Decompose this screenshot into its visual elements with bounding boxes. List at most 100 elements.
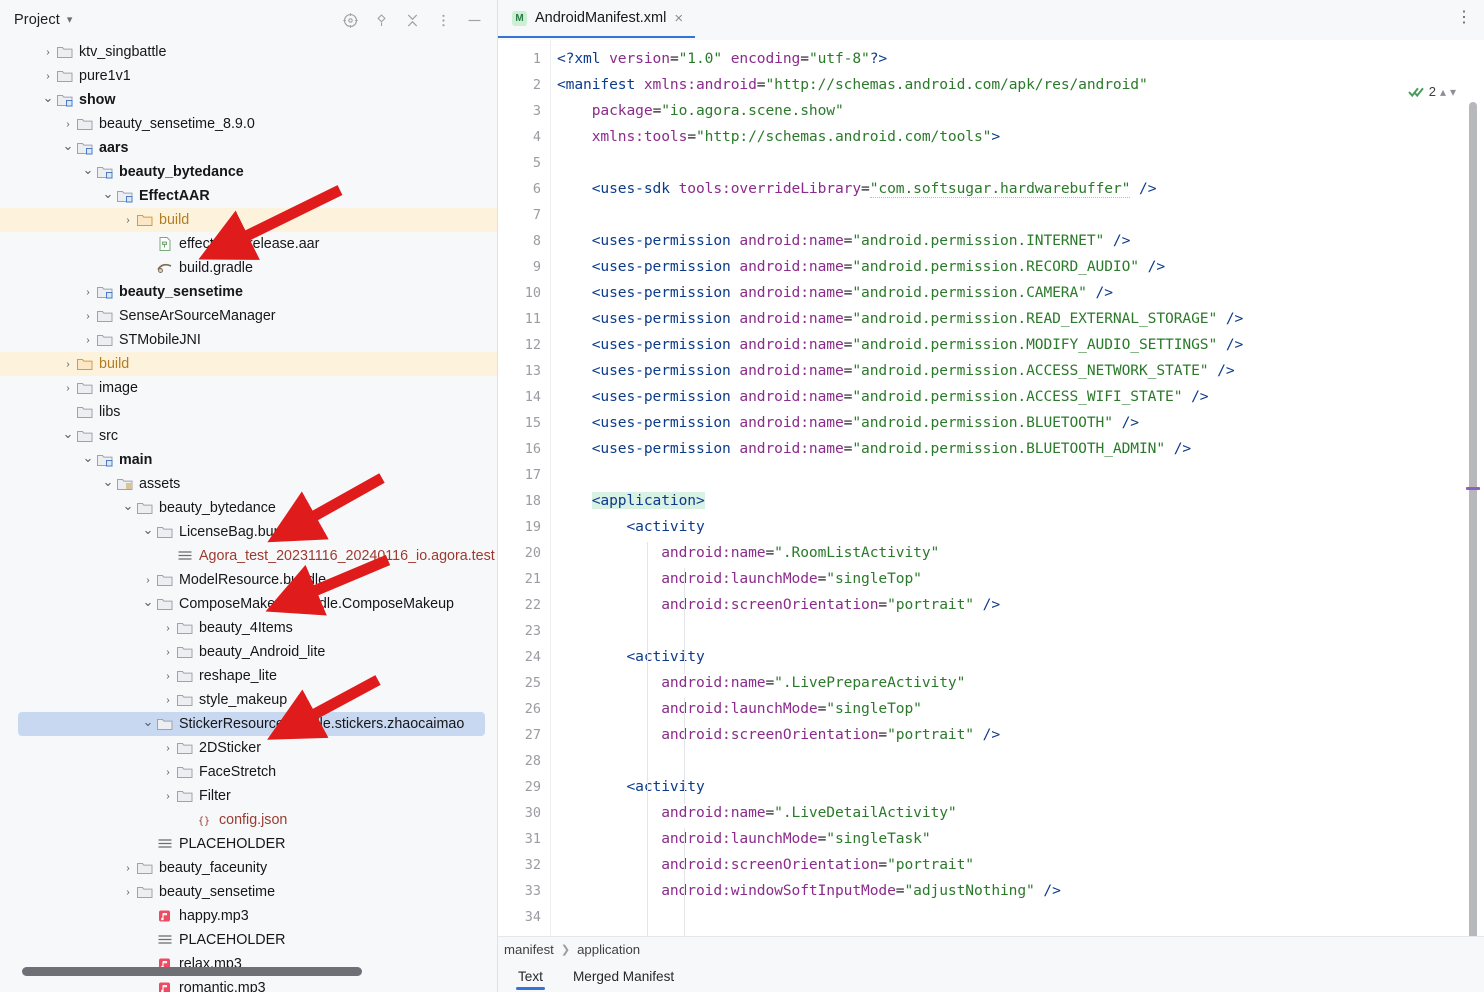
tree-item-effectaar-release-aar[interactable]: ›effectAAR-release.aar <box>0 232 497 256</box>
code-line[interactable]: <uses-permission android:name="android.p… <box>557 228 1484 254</box>
tab-androidmanifest-xml[interactable]: M AndroidManifest.xml × <box>498 0 696 38</box>
code-line[interactable]: <activity <box>557 774 1484 800</box>
chevron-down-icon[interactable]: ⌄ <box>120 499 136 512</box>
code-line[interactable] <box>557 904 1484 930</box>
code-line[interactable]: android:screenOrientation="portrait" <box>557 852 1484 878</box>
chevron-right-icon[interactable]: › <box>60 359 76 370</box>
project-tree[interactable]: › ktv_singbattle › pure1v1 ⌄ show › beauty_sens… <box>0 40 497 992</box>
tree-item-src[interactable]: ⌄ src <box>0 424 497 448</box>
code-line[interactable] <box>557 748 1484 774</box>
tree-item-sensearsourcemanager[interactable]: › SenseArSourceManager <box>0 304 497 328</box>
code-line[interactable]: <application> <box>557 488 1484 514</box>
tree-item-filter[interactable]: › Filter <box>0 784 497 808</box>
chevron-right-icon[interactable]: › <box>80 311 96 322</box>
tree-item-2dsticker[interactable]: › 2DSticker <box>0 736 497 760</box>
tree-item-beauty-sensetime-8-9-0[interactable]: › beauty_sensetime_8.9.0 <box>0 112 497 136</box>
breadcrumb-item-manifest[interactable]: manifest <box>504 942 554 957</box>
code-line[interactable] <box>557 618 1484 644</box>
code-line[interactable]: android:launchMode="singleTop" <box>557 696 1484 722</box>
chevron-up-icon[interactable]: ▴ <box>1440 85 1446 99</box>
code-line[interactable]: <?xml version="1.0" encoding="utf-8"?> <box>557 46 1484 72</box>
tree-item-style-makeup[interactable]: › style_makeup <box>0 688 497 712</box>
code-line[interactable] <box>557 202 1484 228</box>
chevron-down-icon[interactable]: ⌄ <box>140 523 156 536</box>
tree-item-beauty-sensetime[interactable]: › beauty_sensetime <box>0 280 497 304</box>
code-line[interactable]: <uses-permission android:name="android.p… <box>557 436 1484 462</box>
tree-item-libs[interactable]: ›libs <box>0 400 497 424</box>
chevron-right-icon[interactable]: › <box>160 791 176 802</box>
chevron-down-icon[interactable]: ⌄ <box>140 595 156 608</box>
chevron-down-icon[interactable]: ▾ <box>1450 85 1456 99</box>
editor-vertical-scrollbar[interactable] <box>1466 102 1480 936</box>
tree-item-beauty-4items[interactable]: › beauty_4Items <box>0 616 497 640</box>
chevron-right-icon[interactable]: › <box>160 647 176 658</box>
chevron-right-icon[interactable]: › <box>120 215 136 226</box>
chevron-right-icon[interactable]: › <box>80 335 96 346</box>
breadcrumb-item-application[interactable]: application <box>577 942 640 957</box>
chevron-right-icon[interactable]: › <box>160 767 176 778</box>
tree-item-licensebag-bundle[interactable]: ⌄ LicenseBag.bundle <box>0 520 497 544</box>
chevron-down-icon[interactable]: ⌄ <box>100 475 116 488</box>
chevron-right-icon[interactable]: › <box>80 287 96 298</box>
chevron-right-icon[interactable]: › <box>160 743 176 754</box>
code-line[interactable]: <uses-permission android:name="android.p… <box>557 332 1484 358</box>
tree-item-beauty-faceunity[interactable]: › beauty_faceunity <box>0 856 497 880</box>
tree-item-image[interactable]: › image <box>0 376 497 400</box>
collapse-all-icon[interactable] <box>404 12 421 29</box>
code-line[interactable]: xmlns:tools="http://schemas.android.com/… <box>557 124 1484 150</box>
tree-item-main[interactable]: ⌄ main <box>0 448 497 472</box>
chevron-down-icon[interactable]: ⌄ <box>80 163 96 176</box>
code-line[interactable]: <uses-permission android:name="android.p… <box>557 358 1484 384</box>
tree-item-romantic-mp3[interactable]: ›romantic.mp3 <box>0 976 497 992</box>
code-line[interactable] <box>557 150 1484 176</box>
tree-item-beauty-bytedance[interactable]: ⌄ beauty_bytedance <box>0 160 497 184</box>
chevron-right-icon[interactable]: › <box>40 71 56 82</box>
chevron-right-icon[interactable]: › <box>60 383 76 394</box>
tree-item-pure1v1[interactable]: › pure1v1 <box>0 64 497 88</box>
code-line[interactable]: android:launchMode="singleTop" <box>557 566 1484 592</box>
code-line[interactable]: android:launchMode="singleTask" <box>557 826 1484 852</box>
tree-item-show[interactable]: ⌄ show <box>0 88 497 112</box>
close-icon[interactable]: × <box>674 11 683 26</box>
code-line[interactable]: <uses-permission android:name="android.p… <box>557 254 1484 280</box>
tree-item-placeholder[interactable]: ›PLACEHOLDER <box>0 928 497 952</box>
code-line[interactable] <box>557 462 1484 488</box>
code-line[interactable]: <activity <box>557 514 1484 540</box>
tree-item-facestretch[interactable]: › FaceStretch <box>0 760 497 784</box>
chevron-right-icon[interactable]: › <box>160 623 176 634</box>
tree-item-beauty-sensetime[interactable]: › beauty_sensetime <box>0 880 497 904</box>
code-line[interactable]: android:name=".LivePrepareActivity" <box>557 670 1484 696</box>
chevron-down-icon[interactable]: ▾ <box>67 14 73 26</box>
chevron-right-icon[interactable]: › <box>160 695 176 706</box>
tree-item-build-gradle[interactable]: ›build.gradle <box>0 256 497 280</box>
chevron-right-icon[interactable]: › <box>120 863 136 874</box>
minimize-icon[interactable] <box>466 12 483 29</box>
code-line[interactable]: android:screenOrientation="portrait" /> <box>557 592 1484 618</box>
sidebar-horizontal-scrollbar[interactable] <box>22 967 362 976</box>
tree-item-build[interactable]: › build <box>0 208 497 232</box>
tree-item-modelresource-bundle[interactable]: › ModelResource.bundle <box>0 568 497 592</box>
code-text[interactable]: <?xml version="1.0" encoding="utf-8"?> <m… <box>551 40 1484 936</box>
tree-item-beauty-android-lite[interactable]: › beauty_Android_lite <box>0 640 497 664</box>
expand-icon[interactable] <box>373 12 390 29</box>
code-line[interactable]: <uses-permission android:name="android.p… <box>557 280 1484 306</box>
inspection-status-widget[interactable]: 2 ▴ ▾ <box>1407 84 1456 99</box>
tree-item-placeholder[interactable]: ›PLACEHOLDER <box>0 832 497 856</box>
code-line[interactable]: android:name=".LiveDetailActivity" <box>557 800 1484 826</box>
chevron-down-icon[interactable]: ⌄ <box>100 187 116 200</box>
tree-item-composemakeup-bundle-composemakeup[interactable]: ⌄ ComposeMakeup.bundle.ComposeMakeup <box>0 592 497 616</box>
chevron-right-icon[interactable]: › <box>160 671 176 682</box>
code-line[interactable]: <uses-permission android:name="android.p… <box>557 384 1484 410</box>
tree-item-config-json[interactable]: ›{}config.json <box>0 808 497 832</box>
code-line[interactable]: <uses-permission android:name="android.p… <box>557 410 1484 436</box>
chevron-down-icon[interactable]: ⌄ <box>60 139 76 152</box>
tree-item-happy-mp3[interactable]: ›happy.mp3 <box>0 904 497 928</box>
chevron-right-icon[interactable]: › <box>60 119 76 130</box>
code-surface[interactable]: 1 2 3 4 5 6 7 8 9 10 11 12 13 14 15 16 17 18 19 20 21 22 23 24 2… <box>498 40 1484 936</box>
tree-item-aars[interactable]: ⌄ aars <box>0 136 497 160</box>
breadcrumb[interactable]: manifest ❯ application <box>498 936 1484 962</box>
editor-more-options-icon[interactable]: ⋮ <box>1456 0 1484 26</box>
locate-target-icon[interactable] <box>342 12 359 29</box>
tree-item-build[interactable]: › build <box>0 352 497 376</box>
code-line[interactable]: <manifest xmlns:android="http://schemas.… <box>557 72 1484 98</box>
